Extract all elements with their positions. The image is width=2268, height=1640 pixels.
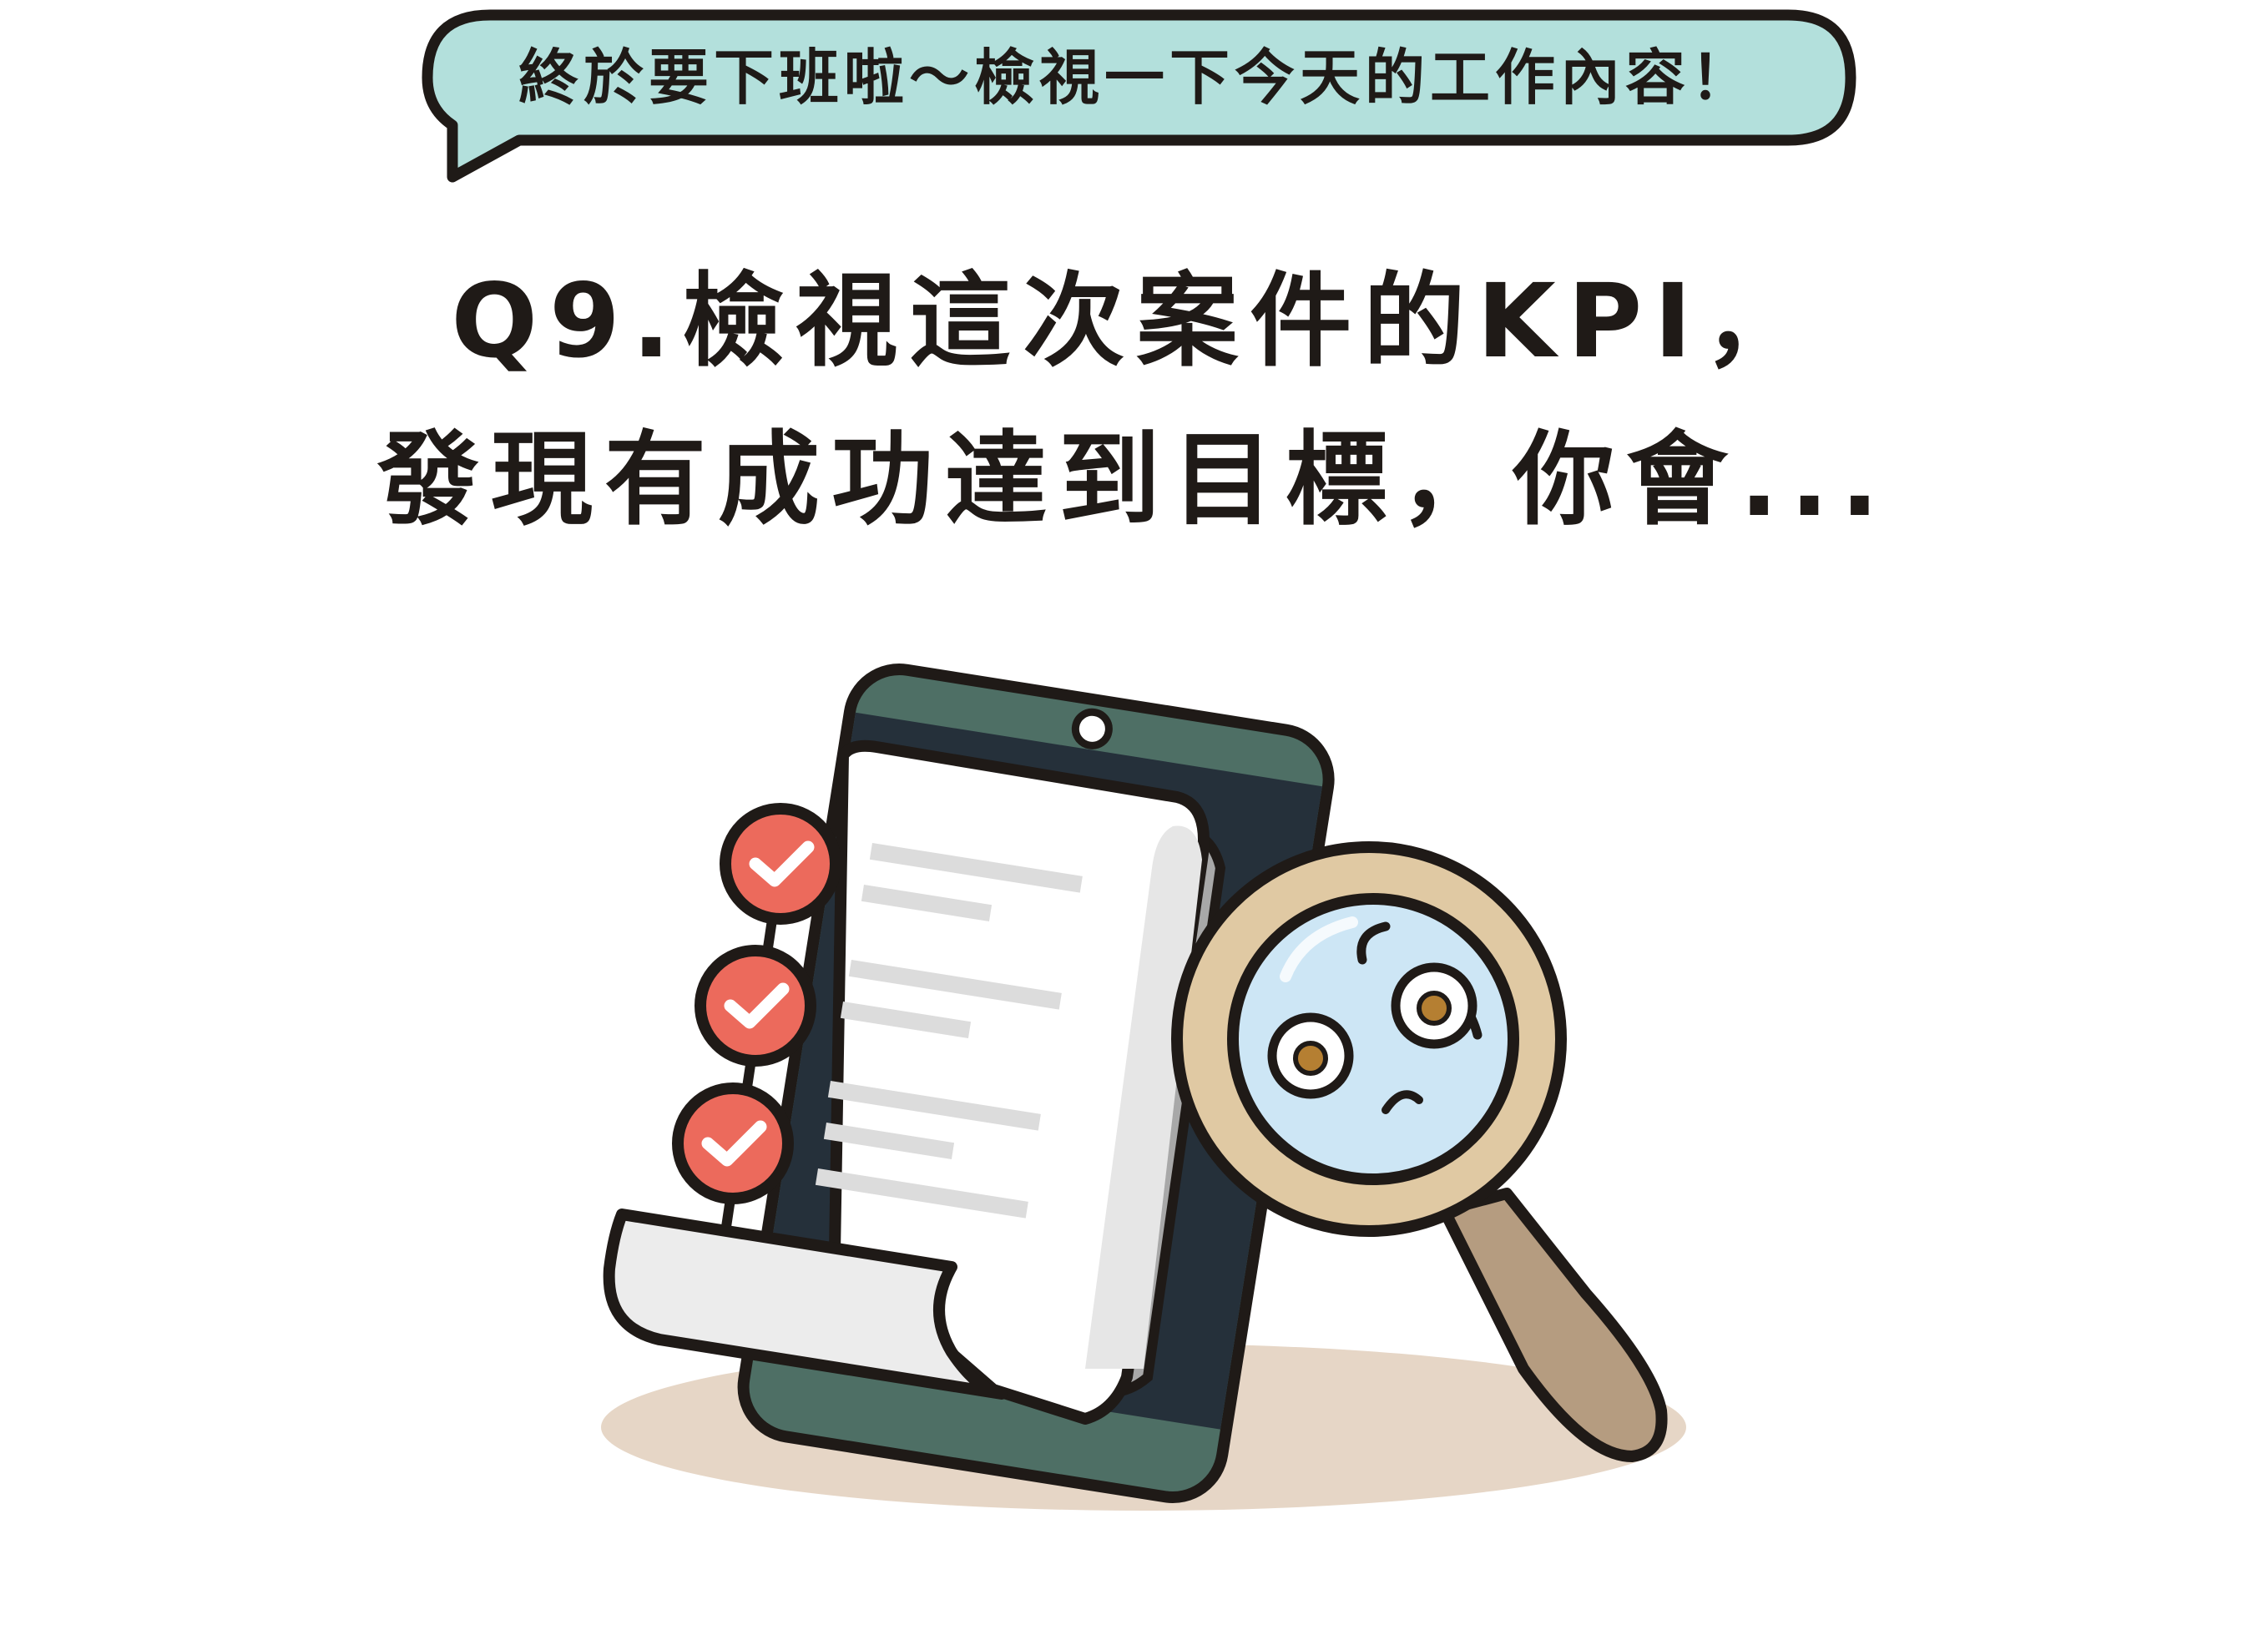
kpi-illustration [601,664,1686,1511]
checklist-icon [603,739,1226,1425]
check-icon [695,945,816,1067]
check-icon [672,1082,794,1204]
check-icon [720,803,841,925]
